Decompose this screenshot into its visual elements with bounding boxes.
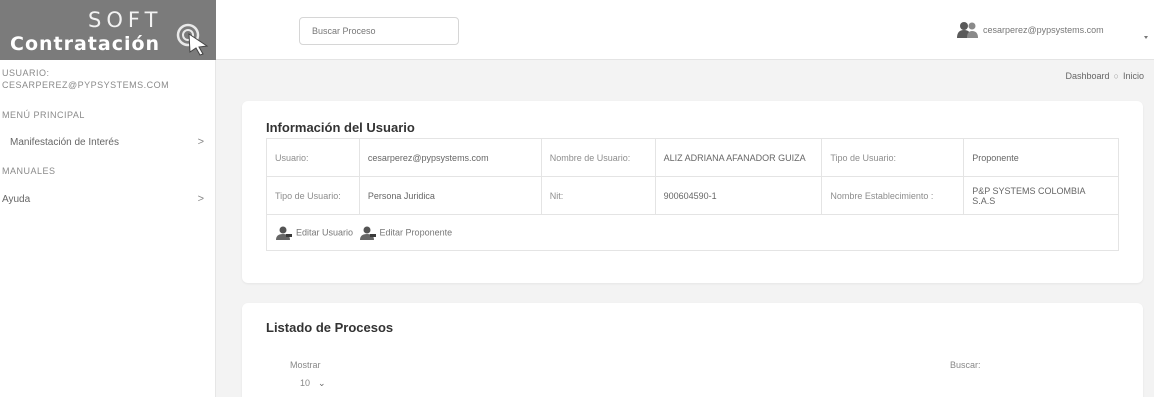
user-menu[interactable]: cesarperez@pypsystems.com: [956, 20, 1154, 50]
chevron-right-icon: >: [197, 136, 204, 148]
sidebar-manuales-heading: MANUALES: [2, 166, 56, 176]
table-search-label: Buscar:: [950, 360, 981, 370]
user-email: cesarperez@pypsystems.com: [983, 25, 1104, 35]
nit-label: Nit:: [540, 176, 656, 215]
sidebar-item-label: Ayuda: [2, 194, 31, 205]
nombre-label: Nombre de Usuario:: [540, 138, 656, 177]
table-row: Usuario: cesarperez@pypsystems.com Nombr…: [266, 138, 1119, 177]
cursor-icon: [176, 23, 209, 56]
chevron-down-icon: [1144, 36, 1148, 39]
edit-user-label: Editar Usuario: [296, 226, 354, 237]
breadcrumb-inicio[interactable]: Inicio: [1123, 71, 1144, 81]
logo-contratacion-text: Contratación: [10, 33, 161, 55]
tipo-usuario-2-label: Tipo de Usuario:: [266, 176, 360, 215]
breadcrumb-dashboard[interactable]: Dashboard: [1066, 71, 1110, 81]
user-info-table: Usuario: cesarperez@pypsystems.com Nombr…: [266, 138, 1119, 251]
establecimiento-label: Nombre Establecimiento :: [821, 176, 965, 215]
show-entries-label: Mostrar: [290, 360, 321, 370]
edit-proponent-button[interactable]: Editar Proponente: [359, 225, 453, 241]
tipo-usuario-2-value: Persona Juridica: [358, 176, 542, 215]
logo[interactable]: SOFT Contratación: [0, 0, 216, 60]
user-info-card: Información del Usuario Usuario: cesarpe…: [242, 101, 1143, 283]
chevron-right-icon: >: [197, 193, 204, 205]
sidebar: SOFT Contratación USUARIO: CESARPEREZ@PY…: [0, 0, 216, 397]
actions-cell: Editar Usuario Editar Proponente: [266, 214, 1119, 251]
table-row: Tipo de Usuario: Persona Juridica Nit: 9…: [266, 176, 1119, 215]
chevron-down-icon: ⌄: [318, 378, 326, 388]
search-input[interactable]: [299, 17, 459, 45]
logo-soft-text: SOFT: [88, 8, 163, 32]
show-entries-select[interactable]: 10 ⌄: [300, 378, 326, 389]
table-row: Editar Usuario Editar Proponente: [266, 214, 1119, 251]
edit-user-button[interactable]: Editar Usuario: [275, 225, 353, 241]
sidebar-user-label: USUARIO:: [2, 68, 50, 78]
nit-value: 900604590-1: [654, 176, 823, 215]
edit-proponent-label: Editar Proponente: [379, 226, 453, 237]
process-list-title: Listado de Procesos: [266, 320, 394, 335]
process-list-card: Listado de Procesos Mostrar Buscar: 10 ⌄: [242, 303, 1143, 397]
sidebar-item-ayuda[interactable]: Ayuda >: [0, 191, 214, 211]
breadcrumb: Dashboard ○ Inicio: [1066, 71, 1144, 81]
user-edit-icon: [359, 226, 376, 240]
usuario-value: cesarperez@pypsystems.com: [358, 138, 542, 177]
user-edit-icon: [276, 226, 292, 240]
establecimiento-value: P&P SYSTEMS COLOMBIA S.A.S: [963, 176, 1119, 215]
usuario-label: Usuario:: [266, 138, 360, 177]
topbar: cesarperez@pypsystems.com: [216, 0, 1154, 60]
sidebar-user-value: CESARPEREZ@PYPSYSTEMS.COM: [2, 80, 170, 90]
tipo-usuario-label: Tipo de Usuario:: [821, 138, 965, 177]
show-entries-value: 10: [300, 378, 311, 388]
user-info-title: Información del Usuario: [266, 120, 415, 135]
sidebar-item-manifestacion[interactable]: Manifestación de Interés >: [0, 134, 214, 154]
sidebar-item-label: Manifestación de Interés: [10, 137, 119, 148]
tipo-usuario-value: Proponente: [963, 138, 1119, 177]
sidebar-menu-heading: MENÚ PRINCIPAL: [2, 110, 85, 120]
nombre-value: ALIZ ADRIANA AFANADOR GUIZA: [654, 138, 823, 177]
breadcrumb-separator: ○: [1113, 71, 1119, 81]
users-icon: [957, 22, 978, 38]
